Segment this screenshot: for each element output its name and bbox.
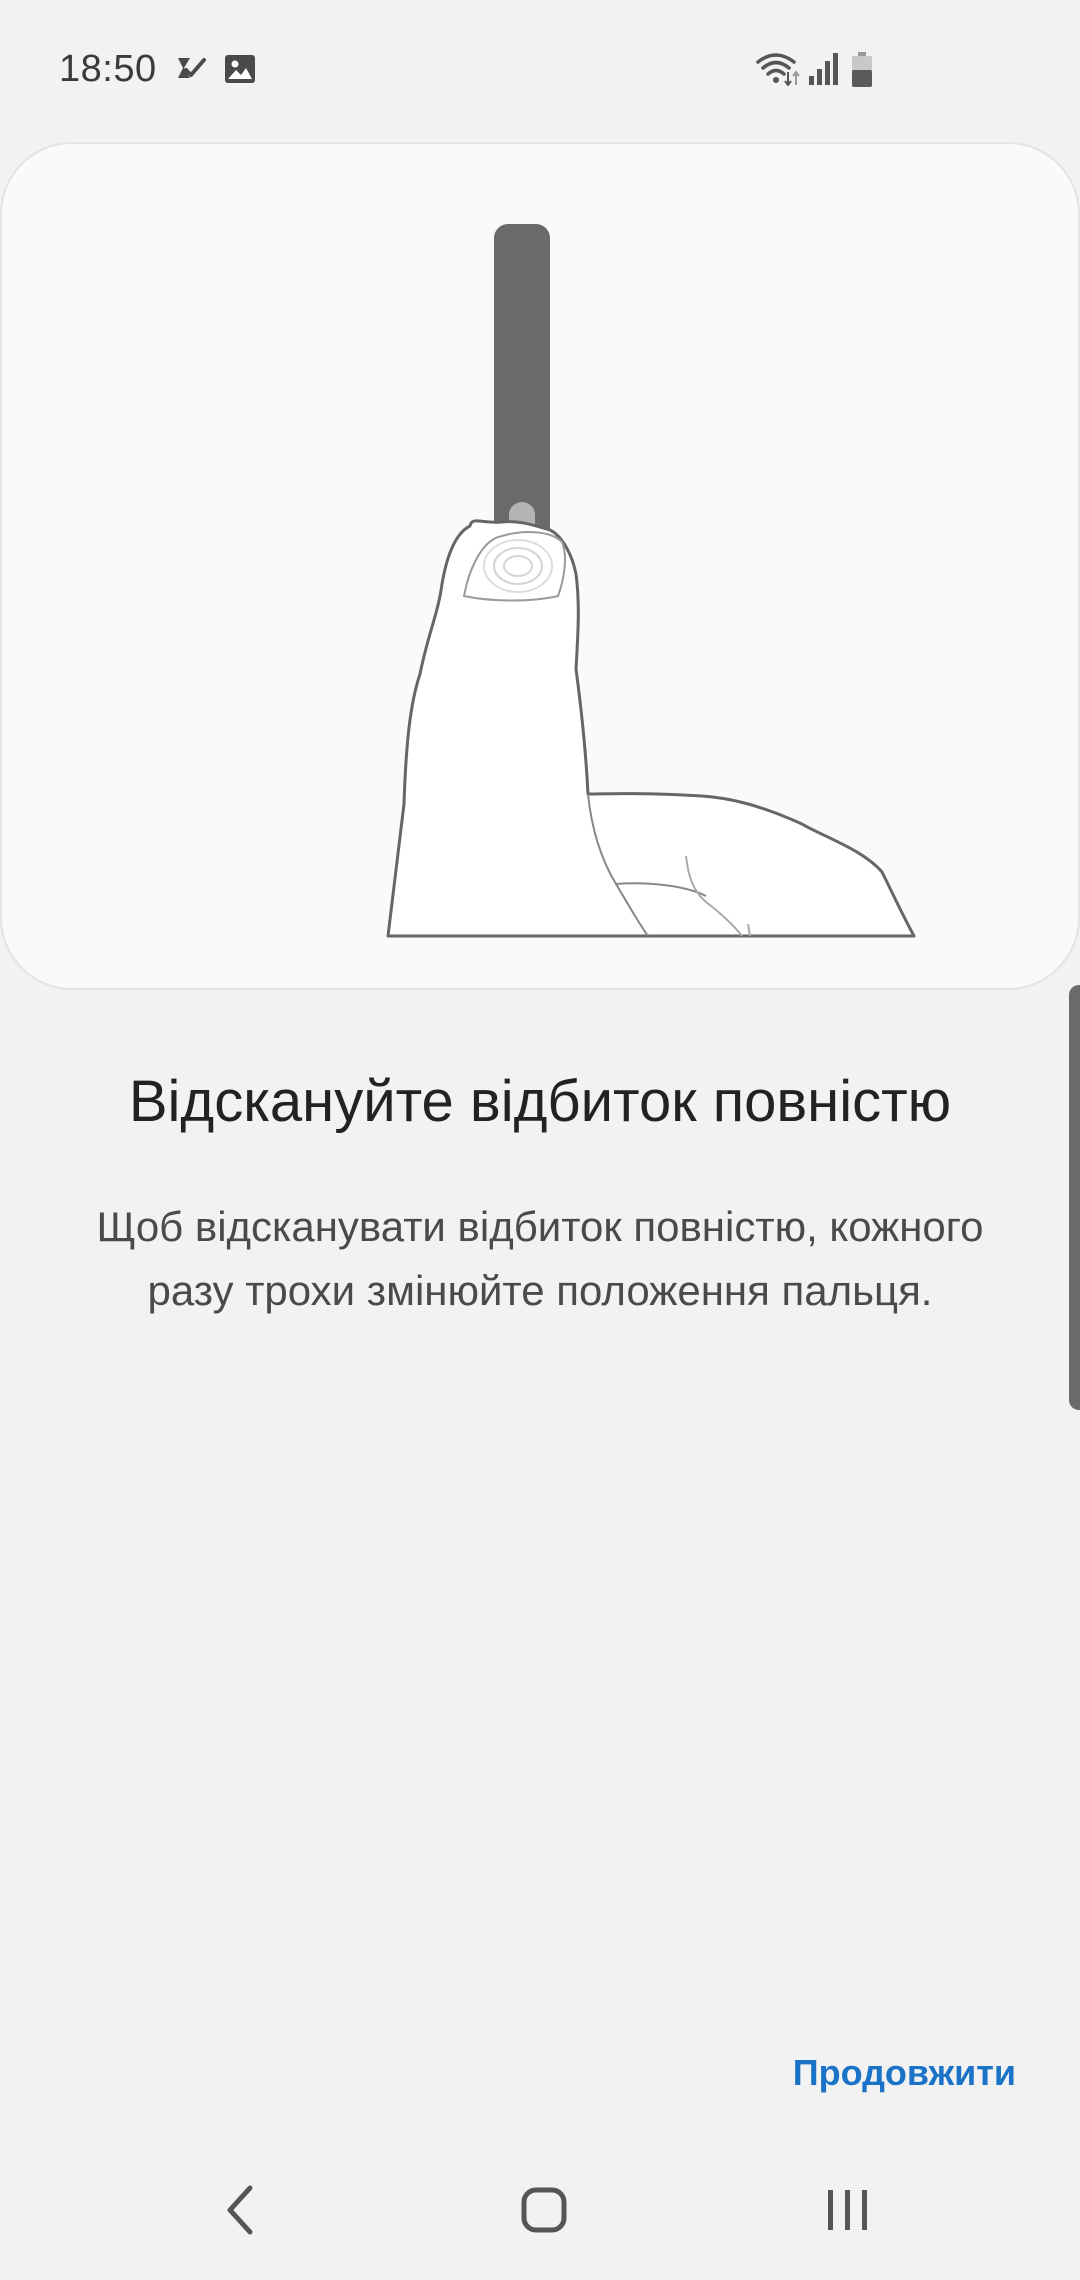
finger-on-fingerprint-sensor-illustration	[386, 224, 916, 938]
home-button[interactable]	[504, 2170, 584, 2250]
image-icon	[224, 54, 256, 84]
page-title: Відскануйте відбиток повністю	[128, 1069, 952, 1134]
signal-icon	[808, 52, 840, 86]
recents-icon	[828, 2190, 867, 2230]
battery-icon	[850, 52, 874, 88]
home-icon	[521, 2187, 567, 2233]
illustration-card	[0, 142, 1080, 990]
recents-button[interactable]	[808, 2170, 888, 2250]
status-bar: 18:50	[0, 0, 1080, 140]
wifi-icon	[756, 50, 802, 86]
edge-panel-handle[interactable]	[1069, 985, 1080, 1410]
navigation-bar	[0, 2140, 1080, 2280]
notification-check-icon	[176, 54, 206, 84]
back-chevron-icon	[227, 2185, 253, 2235]
continue-button[interactable]: Продовжити	[793, 2045, 1016, 2101]
page-description: Щоб відсканувати відбиток повністю, кожн…	[96, 1203, 984, 1314]
back-button[interactable]	[202, 2170, 282, 2250]
status-time: 18:50	[59, 48, 157, 90]
